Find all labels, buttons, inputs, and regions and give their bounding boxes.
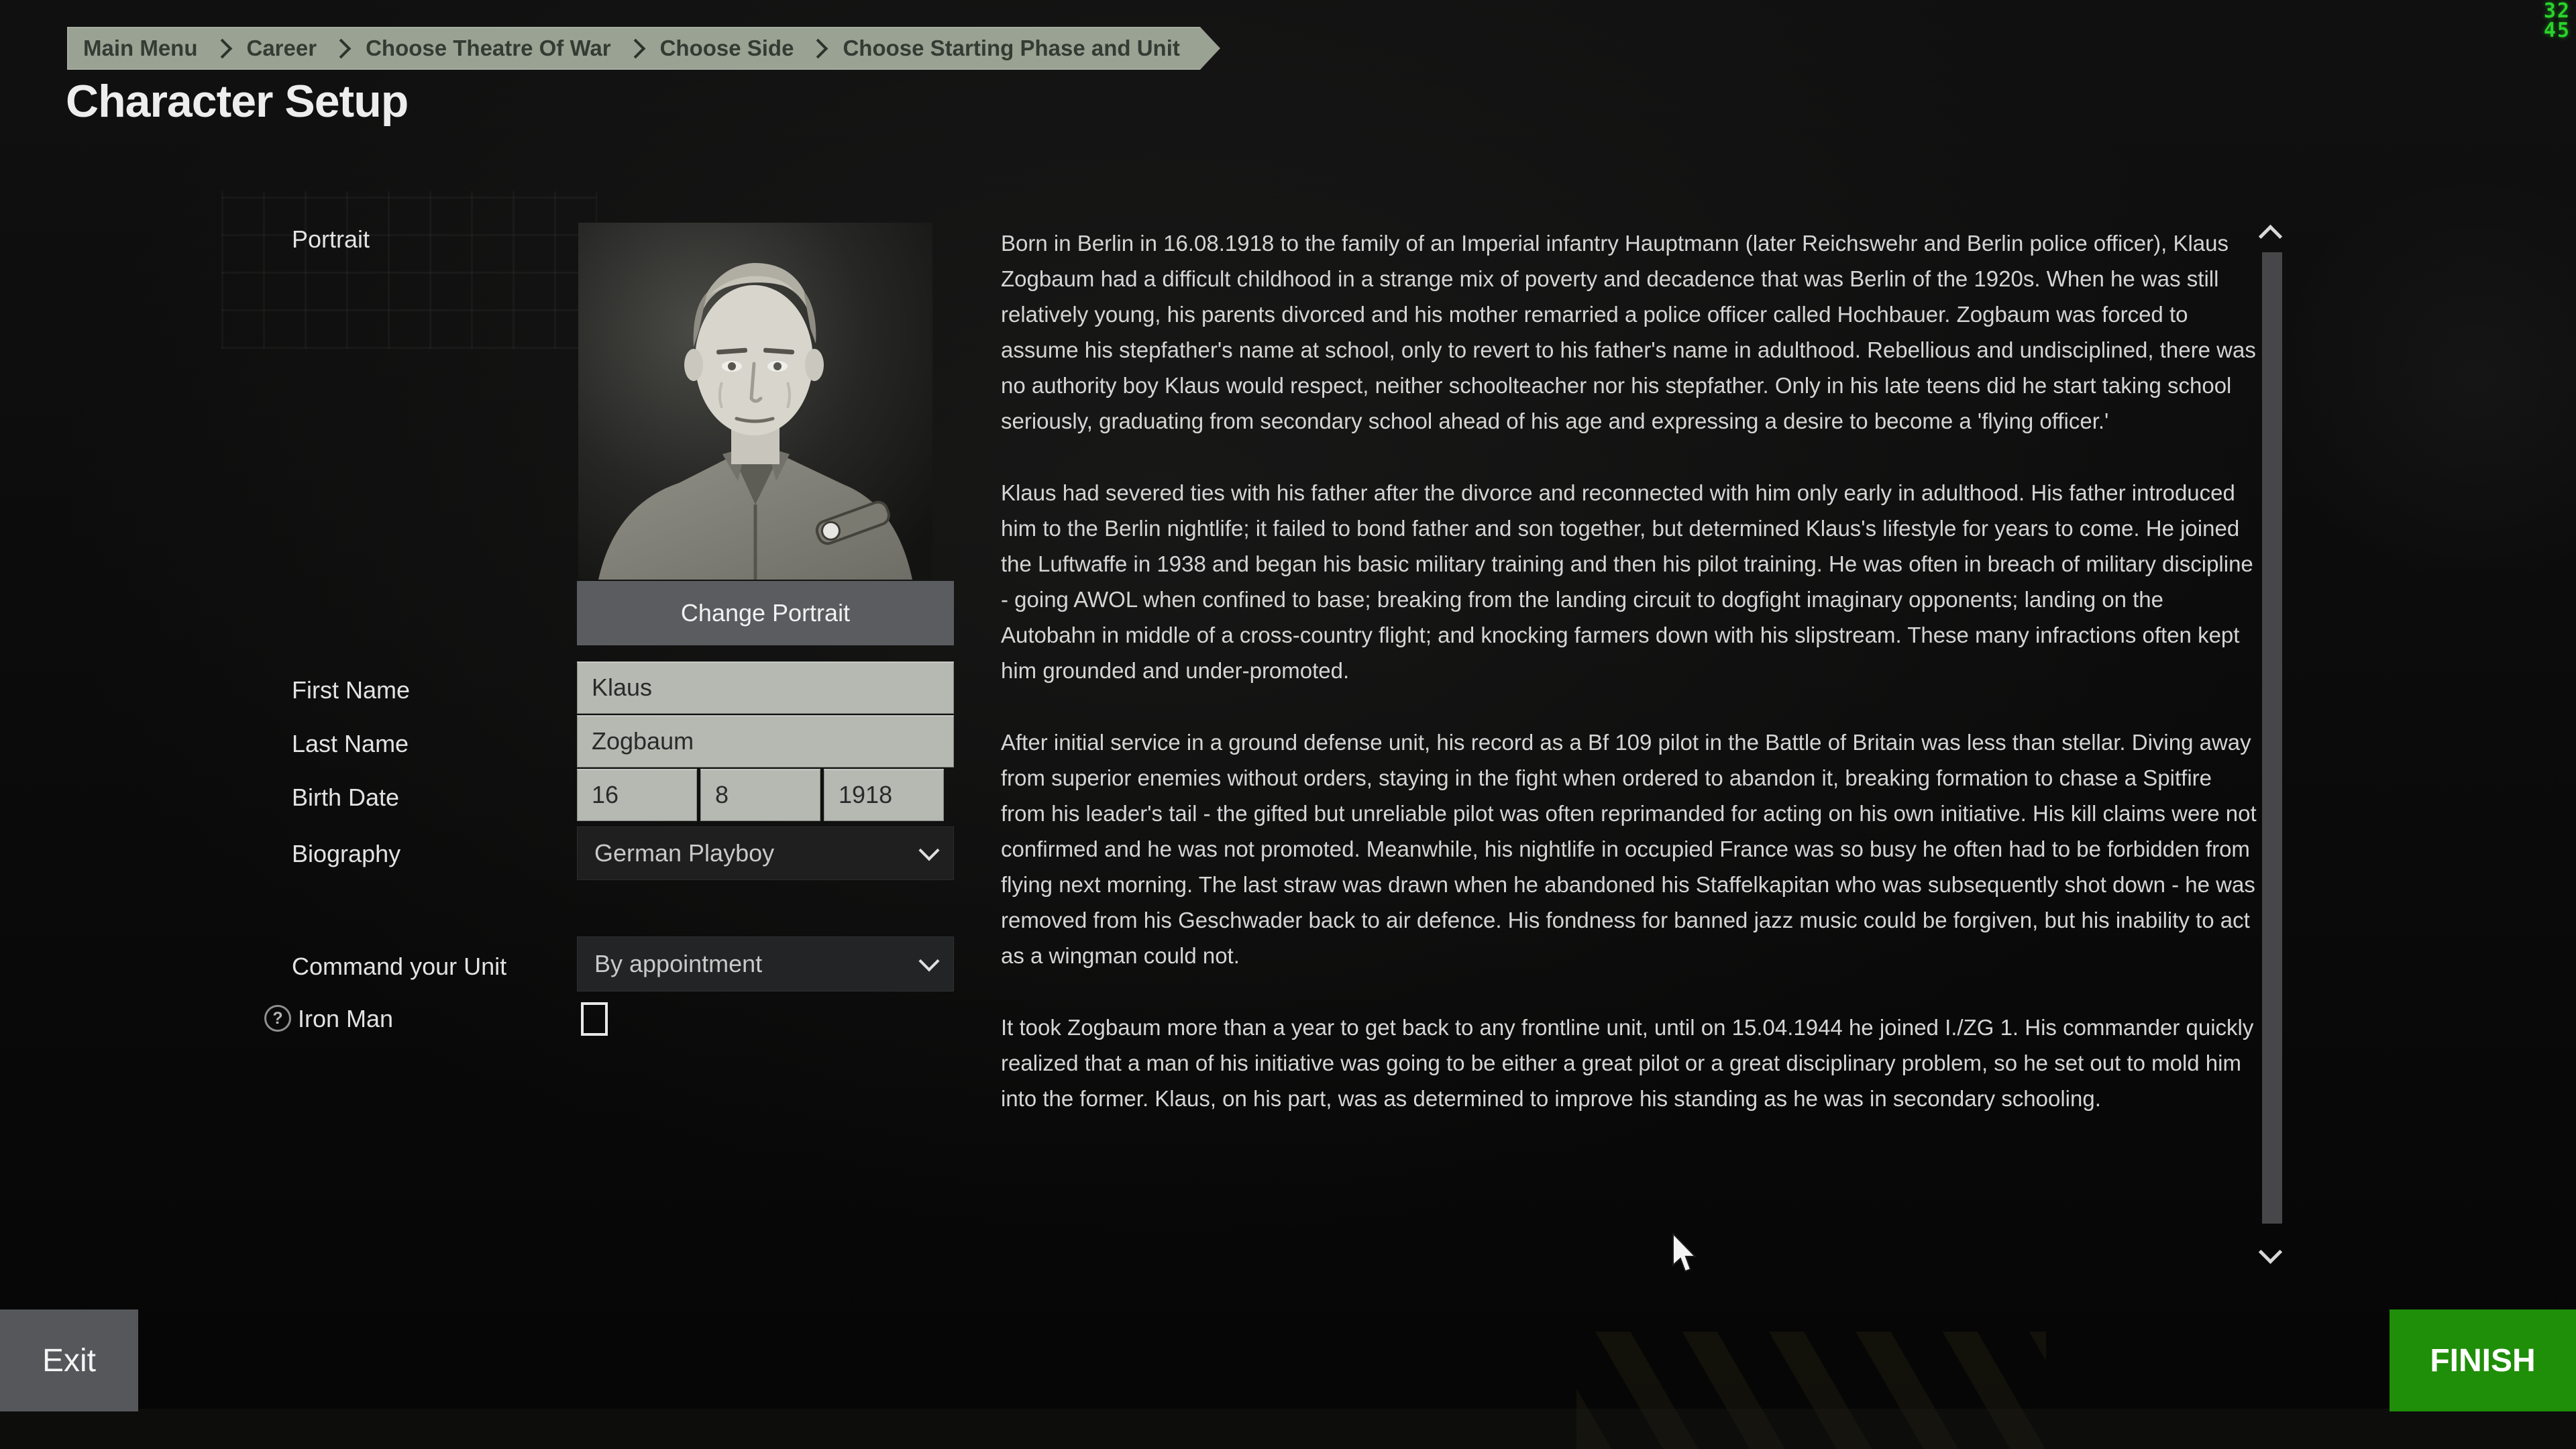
birth-date-row bbox=[577, 769, 954, 821]
fps-counter: 32 45 bbox=[2544, 1, 2571, 40]
breadcrumb-item[interactable]: Choose Theatre Of War bbox=[350, 27, 627, 70]
page-title: Character Setup bbox=[66, 75, 408, 127]
bio-paragraph: After initial service in a ground defens… bbox=[1001, 724, 2257, 973]
scroll-down-icon[interactable] bbox=[2259, 1244, 2282, 1267]
scroll-up-icon[interactable] bbox=[2259, 221, 2282, 244]
chevron-down-icon bbox=[918, 840, 939, 861]
command-unit-label: Command your Unit bbox=[292, 953, 506, 981]
change-portrait-button[interactable]: Change Portrait bbox=[577, 581, 954, 645]
portrait-label: Portrait bbox=[292, 225, 370, 254]
breadcrumb-item[interactable]: Choose Side bbox=[644, 27, 810, 70]
finish-button[interactable]: FINISH bbox=[2390, 1309, 2576, 1411]
command-unit-dropdown[interactable]: By appointment bbox=[577, 936, 954, 991]
birth-day-input[interactable] bbox=[577, 769, 697, 821]
biography-dropdown[interactable]: German Playboy bbox=[577, 826, 954, 880]
breadcrumb-item[interactable]: Main Menu bbox=[67, 27, 214, 70]
character-setup-screen: 32 45 Main Menu Career Choose Theatre Of W… bbox=[0, 0, 2576, 1449]
bio-paragraph: Klaus had severed ties with his father a… bbox=[1001, 475, 2257, 688]
bio-paragraph: It took Zogbaum more than a year to get … bbox=[1001, 1010, 2257, 1116]
last-name-label: Last Name bbox=[292, 730, 409, 758]
fps-value-2: 45 bbox=[2544, 21, 2571, 40]
iron-man-checkbox[interactable] bbox=[581, 1002, 608, 1036]
breadcrumb-separator-icon bbox=[808, 38, 828, 58]
bio-paragraph: Born in Berlin in 16.08.1918 to the fami… bbox=[1001, 225, 2257, 439]
exit-button[interactable]: Exit bbox=[0, 1309, 138, 1411]
first-name-input[interactable] bbox=[577, 661, 954, 714]
scrollbar-thumb[interactable] bbox=[2262, 252, 2282, 1224]
breadcrumb-item[interactable]: Career bbox=[231, 27, 333, 70]
first-name-label: First Name bbox=[292, 676, 410, 704]
birth-date-label: Birth Date bbox=[292, 784, 399, 812]
breadcrumb-item[interactable]: Choose Starting Phase and Unit bbox=[826, 27, 1195, 70]
iron-man-label: Iron Man bbox=[298, 1005, 393, 1033]
floor-shadow bbox=[0, 1409, 2576, 1449]
fps-value-1: 32 bbox=[2544, 1, 2571, 21]
help-icon[interactable]: ? bbox=[264, 1005, 291, 1032]
breadcrumb-separator-icon bbox=[625, 38, 645, 58]
background-highlight bbox=[2267, 174, 2576, 590]
portrait-photo bbox=[578, 223, 932, 580]
biography-label: Biography bbox=[292, 840, 400, 868]
command-unit-selected-value: By appointment bbox=[594, 950, 762, 978]
bio-text: Born in Berlin in 16.08.1918 to the fami… bbox=[1001, 225, 2257, 1152]
birth-year-input[interactable] bbox=[824, 769, 944, 821]
last-name-input[interactable] bbox=[577, 715, 954, 767]
chevron-down-icon bbox=[918, 951, 939, 971]
birth-month-input[interactable] bbox=[700, 769, 820, 821]
breadcrumb: Main Menu Career Choose Theatre Of War Choo… bbox=[67, 27, 1220, 70]
breadcrumb-separator-icon bbox=[212, 38, 232, 58]
biography-selected-value: German Playboy bbox=[594, 839, 774, 867]
breadcrumb-separator-icon bbox=[331, 38, 352, 58]
pilot-portrait bbox=[578, 223, 932, 580]
hangar-window-grid bbox=[221, 191, 597, 349]
